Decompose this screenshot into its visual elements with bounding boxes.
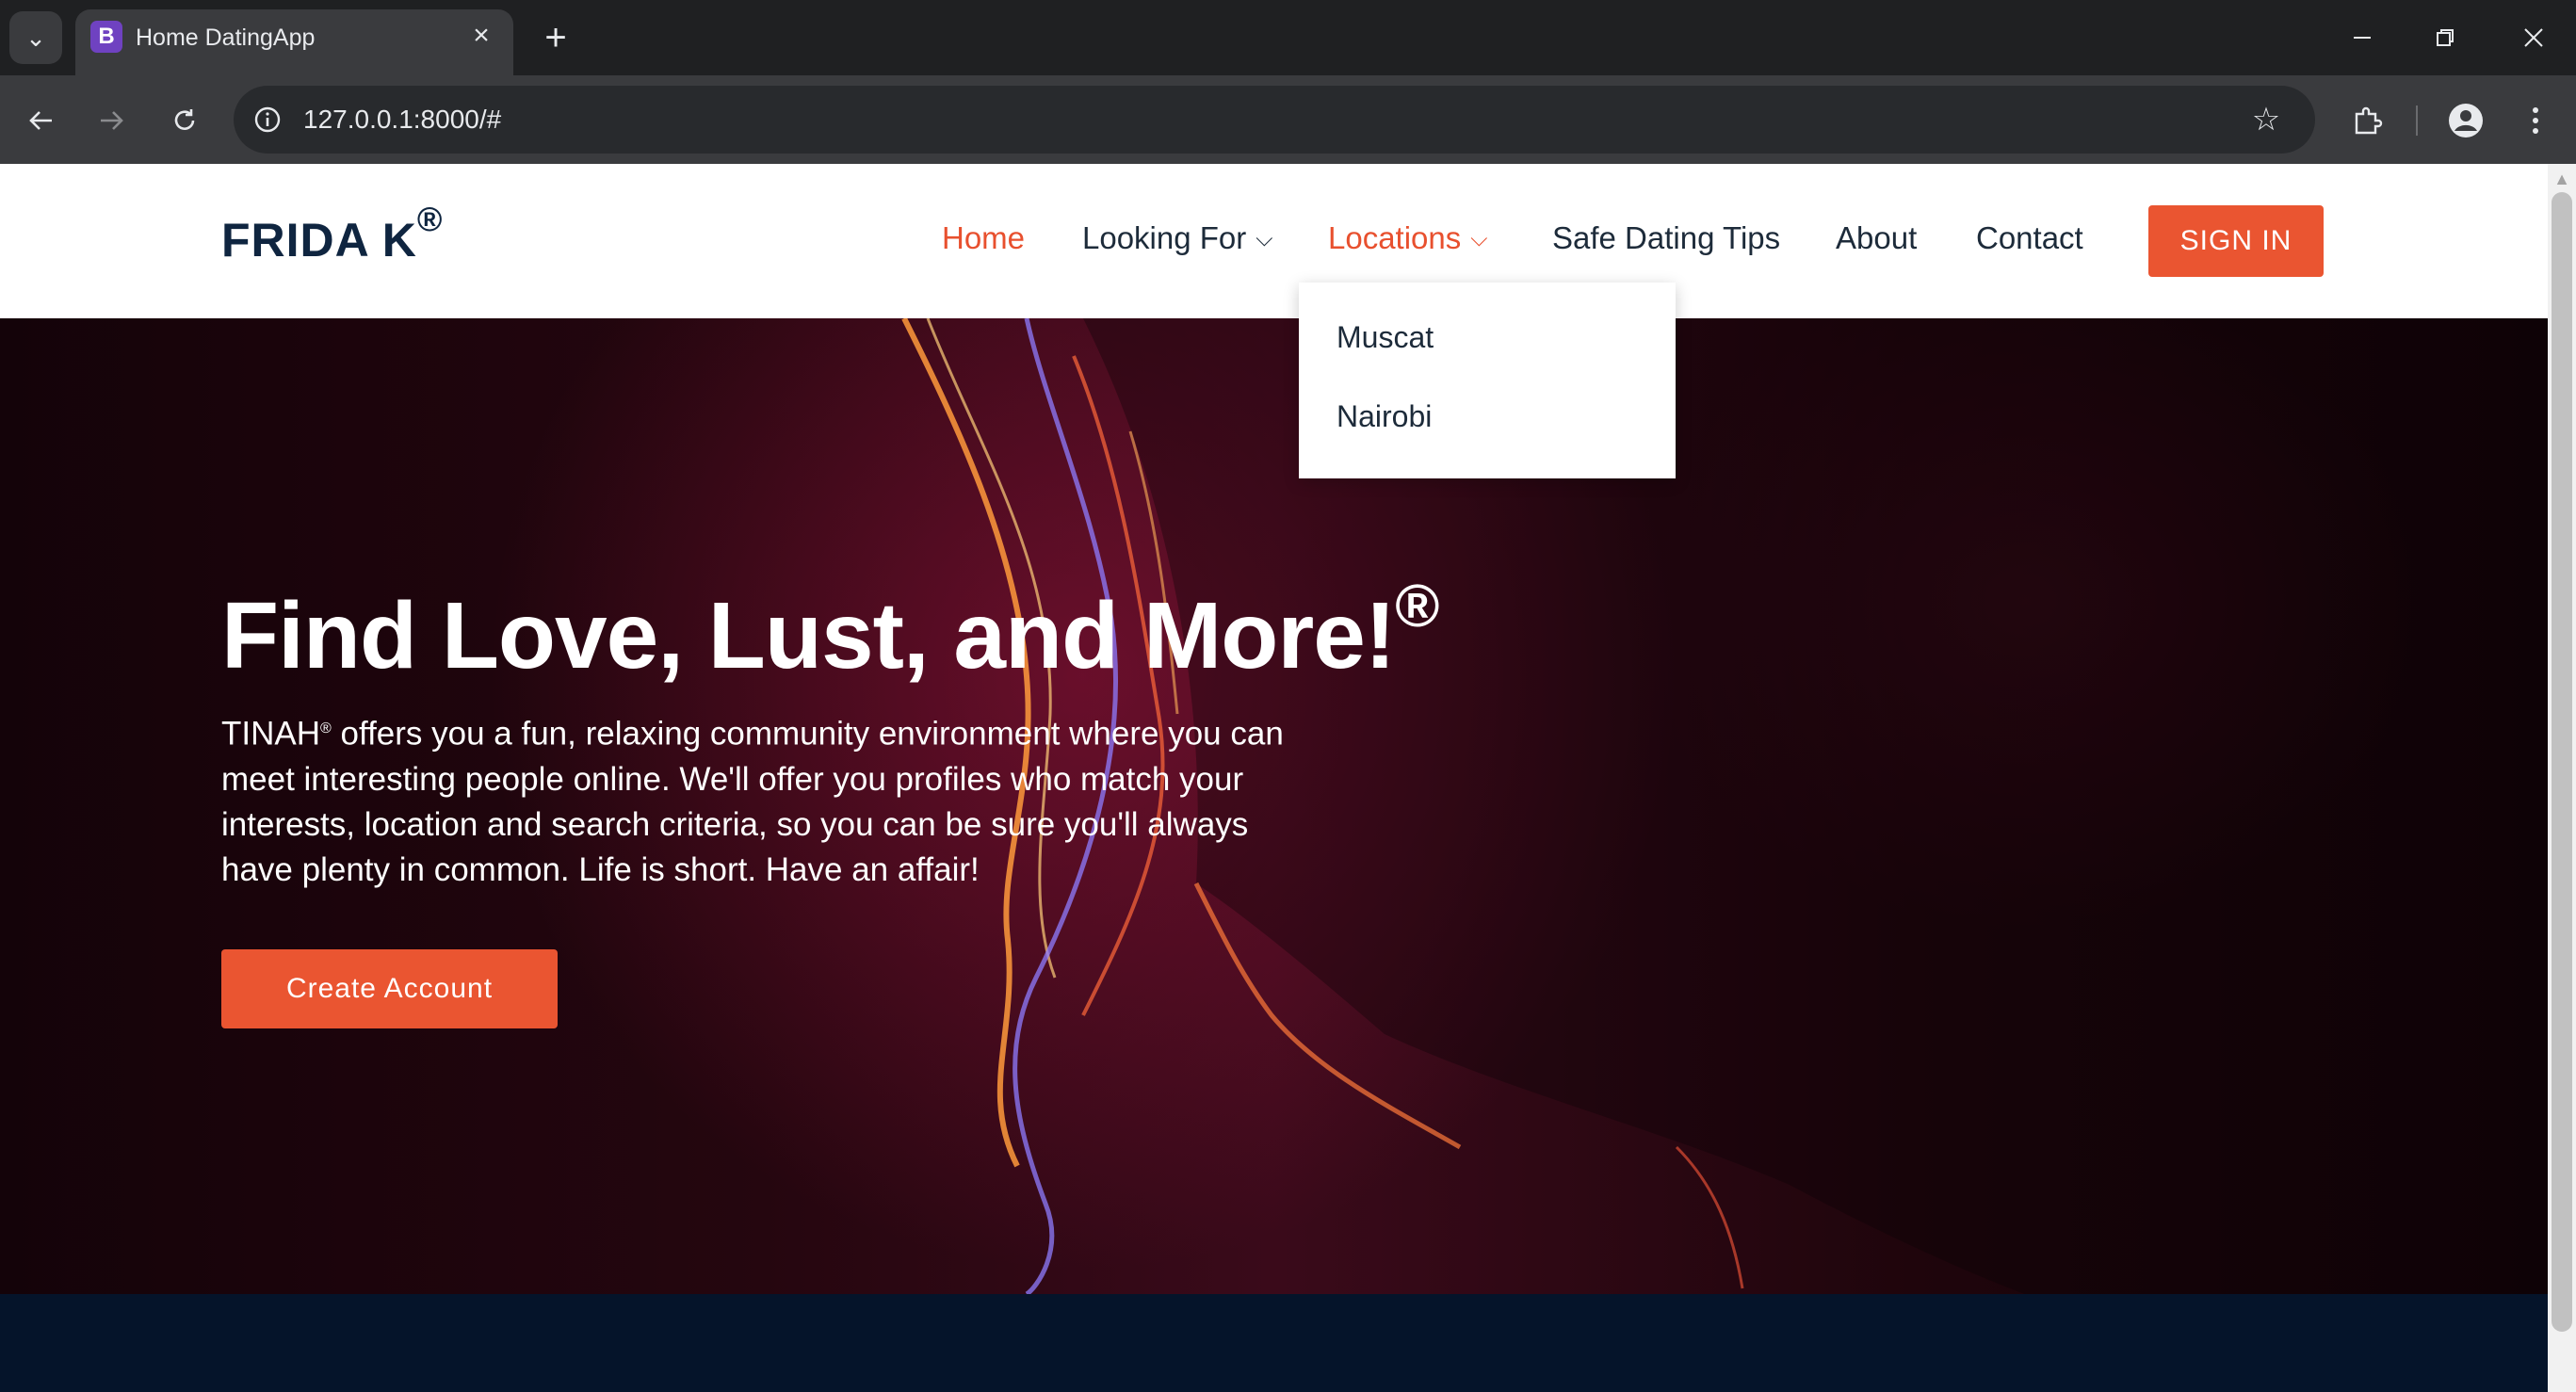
plus-icon: + xyxy=(544,16,567,58)
nav-about[interactable]: About xyxy=(1836,220,1917,256)
minimize-icon xyxy=(2354,37,2371,39)
new-tab-button[interactable]: + xyxy=(533,15,578,60)
close-window-button[interactable] xyxy=(2496,9,2571,66)
hero-text-body: offers you a fun, relaxing community env… xyxy=(221,715,1284,888)
locations-dropdown-menu: Muscat Nairobi xyxy=(1299,283,1676,478)
profile-button[interactable] xyxy=(2441,96,2490,145)
dropdown-item-muscat[interactable]: Muscat xyxy=(1337,320,1434,355)
back-button[interactable] xyxy=(17,96,66,145)
back-arrow-icon xyxy=(29,111,52,130)
chevron-down-icon: ⌵ xyxy=(1470,226,1488,251)
profile-icon xyxy=(2449,104,2483,138)
scroll-up-arrow-icon[interactable]: ▲ xyxy=(2548,170,2576,188)
tab-title: Home DatingApp xyxy=(136,24,316,51)
star-icon[interactable]: ☆ xyxy=(2245,99,2287,140)
restore-button[interactable] xyxy=(2407,9,2483,66)
close-icon[interactable]: × xyxy=(464,19,498,53)
brand-trademark: ® xyxy=(416,200,444,238)
hero-text-brand: TINAH xyxy=(221,715,320,753)
dropdown-item-nairobi[interactable]: Nairobi xyxy=(1337,399,1432,434)
page-scrollbar[interactable]: ▲ xyxy=(2548,164,2576,1392)
hero-title-text: Find Love, Lust, and More! xyxy=(221,583,1396,688)
chevron-down-icon: ⌵ xyxy=(1256,226,1273,251)
forward-button[interactable] xyxy=(87,96,136,145)
nav-safe-dating-tips[interactable]: Safe Dating Tips xyxy=(1552,220,1780,256)
browser-tab[interactable]: B Home DatingApp × xyxy=(75,9,513,75)
forward-arrow-icon xyxy=(101,111,123,130)
browser-menu-button[interactable] xyxy=(2511,96,2560,145)
tab-favicon: B xyxy=(90,21,122,53)
nav-locations[interactable]: Locations ⌵ xyxy=(1328,220,1487,256)
close-icon xyxy=(2524,28,2543,47)
hero-text-trademark: ® xyxy=(320,720,332,736)
address-bar[interactable]: 127.0.0.1:8000/# ☆ xyxy=(234,86,2315,154)
create-account-button[interactable]: Create Account xyxy=(221,949,558,1028)
extensions-button[interactable] xyxy=(2342,96,2391,145)
browser-tab-strip: ⌄ B Home DatingApp × + xyxy=(0,0,2576,75)
reload-icon xyxy=(174,109,195,130)
nav-looking-for[interactable]: Looking For ⌵ xyxy=(1082,220,1272,256)
nav-locations-label: Locations xyxy=(1328,220,1462,255)
hero-title: Find Love, Lust, and More!® xyxy=(221,572,1439,690)
chevron-down-icon: ⌄ xyxy=(25,23,46,52)
nav-home[interactable]: Home xyxy=(942,220,1025,256)
web-page: FRIDA K® Home Looking For ⌵ Locations ⌵ Sa… xyxy=(0,164,2548,1392)
brand-name: FRIDA K xyxy=(221,214,417,267)
puzzle-icon xyxy=(2355,106,2383,135)
site-header: FRIDA K® Home Looking For ⌵ Locations ⌵ Sa… xyxy=(0,164,2548,318)
nav-looking-for-label: Looking For xyxy=(1082,220,1247,255)
hero-section: Find Love, Lust, and More!® TINAH® offer… xyxy=(0,318,2548,1294)
tab-search-button[interactable]: ⌄ xyxy=(9,11,62,64)
reload-button[interactable] xyxy=(160,96,209,145)
sign-in-button[interactable]: SIGN IN xyxy=(2148,205,2324,277)
kebab-menu-icon xyxy=(2533,107,2538,134)
next-section-band xyxy=(0,1294,2548,1392)
restore-icon xyxy=(2437,29,2454,46)
info-icon[interactable] xyxy=(249,101,286,138)
toolbar-divider xyxy=(2416,105,2418,136)
hero-description: TINAH® offers you a fun, relaxing commun… xyxy=(221,706,1286,893)
minimize-button[interactable] xyxy=(2325,9,2400,66)
browser-toolbar: 127.0.0.1:8000/# ☆ xyxy=(0,75,2576,164)
scrollbar-thumb[interactable] xyxy=(2552,192,2572,1332)
url-text[interactable]: 127.0.0.1:8000/# xyxy=(303,105,501,135)
hero-title-trademark: ® xyxy=(1395,572,1439,639)
site-logo[interactable]: FRIDA K® xyxy=(221,200,443,267)
nav-contact[interactable]: Contact xyxy=(1976,220,2083,256)
